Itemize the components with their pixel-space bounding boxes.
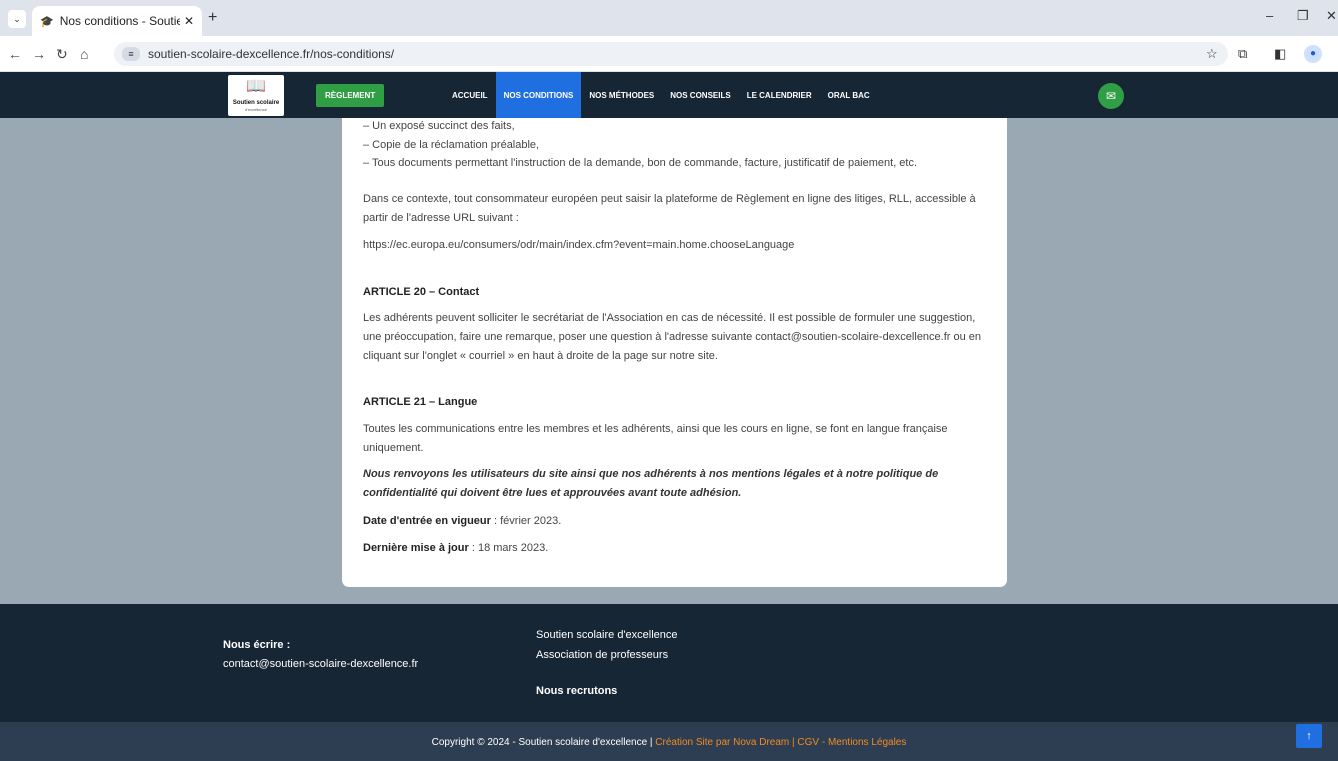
close-window-icon[interactable]: ✕	[1326, 8, 1337, 24]
extensions-icon[interactable]: ⧉	[1238, 46, 1247, 62]
credit-link[interactable]: Création Site par Nova Dream	[655, 737, 789, 748]
tab-title: Nos conditions - Soutien scolai	[59, 14, 180, 28]
list-item: – Tous documents permettant l'instructio…	[363, 157, 918, 169]
logo-name: Soutien scolaire	[232, 100, 280, 106]
menu-item-le-calendrier[interactable]: LE CALENDRIER	[739, 72, 820, 118]
restore-icon[interactable]: ❐	[1297, 8, 1309, 24]
reglement-button[interactable]: RÈGLEMENT	[316, 84, 385, 107]
effective-date-label: Date d'entrée en vigueur	[363, 515, 491, 527]
site-footer: Nous écrire : contact@soutien-scolaire-d…	[0, 604, 1338, 722]
minimize-icon[interactable]: –	[1266, 8, 1273, 23]
bookmark-star-icon[interactable]: ☆	[1206, 46, 1218, 62]
menu-item-nos-conditions[interactable]: NOS CONDITIONS	[495, 72, 582, 118]
url-text: soutien-scolaire-dexcellence.fr/nos-cond…	[148, 47, 395, 61]
reload-icon[interactable]: ↻	[56, 46, 68, 63]
article-21-title: ARTICLE 21 – Langue	[363, 396, 478, 408]
site-header: 📖 Soutien scolaire d'excellence RÈGLEMEN…	[0, 72, 1338, 118]
rll-paragraph: Dans ce contexte, tout consommateur euro…	[363, 193, 976, 224]
forward-icon[interactable]: →	[32, 46, 46, 62]
back-to-top-icon[interactable]: ↑	[1296, 724, 1322, 748]
menu-item-nos-methodes[interactable]: NOS MÉTHODES	[581, 72, 662, 118]
logo-subtitle: d'excellence	[245, 107, 267, 112]
home-icon[interactable]: ⌂	[80, 46, 88, 62]
footer-line-2: Association de professeurs	[536, 649, 669, 661]
footer-recruit-link[interactable]: Nous recrutons	[536, 685, 617, 697]
menu-item-nos-conseils[interactable]: NOS CONSEILS	[662, 72, 738, 118]
effective-date-value: : février 2023.	[490, 515, 562, 527]
legal-notice: Nous renvoyons les utilisateurs du site …	[363, 468, 939, 499]
copyright-text: Copyright © 2024 - Soutien scolaire d'ex…	[431, 737, 656, 748]
side-panel-icon[interactable]: ◧	[1274, 46, 1286, 62]
list-item: – Copie de la réclamation préalable,	[363, 139, 540, 151]
last-update-label: Dernière mise à jour	[363, 542, 469, 554]
email-icon[interactable]: ✉	[1098, 83, 1124, 109]
content-card: – Un exposé succinct des faits, – Copie …	[342, 118, 1007, 587]
effective-date: Date d'entrée en vigueur : février 2023.	[363, 512, 993, 531]
list-item: – Un exposé succinct des faits,	[363, 120, 515, 132]
menu-item-accueil[interactable]: ACCUEIL	[444, 72, 496, 118]
tab-close-icon[interactable]: ✕	[184, 14, 194, 28]
browser-tab[interactable]: 🎓 Nos conditions - Soutien scolai ✕	[32, 6, 202, 36]
dash-separator: -	[819, 737, 828, 748]
browser-toolbar: ← → ↻ ⌂ ≡ soutien-scolaire-dexcellence.f…	[0, 36, 1338, 72]
last-update-value: : 18 mars 2023.	[468, 542, 549, 554]
last-update: Dernière mise à jour : 18 mars 2023.	[363, 539, 993, 558]
new-tab-icon[interactable]: +	[208, 9, 217, 27]
article-21-text: Toutes les communications entre les memb…	[363, 423, 948, 454]
site-info-icon[interactable]: ≡	[122, 47, 140, 61]
article-20-title: ARTICLE 20 – Contact	[363, 286, 480, 298]
copyright-bar: Copyright © 2024 - Soutien scolaire d'ex…	[0, 722, 1338, 761]
footer-line-1: Soutien scolaire d'excellence	[536, 629, 678, 641]
footer-email-link[interactable]: contact@soutien-scolaire-dexcellence.fr	[223, 658, 418, 670]
rll-url-link[interactable]: https://ec.europa.eu/consumers/odr/main/…	[363, 236, 993, 255]
book-logo-icon: 📖	[246, 78, 266, 95]
back-icon[interactable]: ←	[8, 46, 22, 62]
main-menu: ACCUEIL NOS CONDITIONS NOS MÉTHODES NOS …	[444, 72, 878, 118]
url-bar[interactable]: ≡ soutien-scolaire-dexcellence.fr/nos-co…	[114, 42, 1228, 66]
profile-avatar-icon[interactable]: ●	[1304, 45, 1322, 63]
browser-tabbar: ⌄ 🎓 Nos conditions - Soutien scolai ✕ + …	[0, 0, 1338, 36]
site-logo[interactable]: 📖 Soutien scolaire d'excellence	[228, 75, 284, 116]
mentions-legales-link[interactable]: Mentions Légales	[828, 737, 906, 748]
article-20-text: Les adhérents peuvent solliciter le secr…	[363, 312, 982, 362]
footer-write-label: Nous écrire :	[223, 639, 291, 651]
tab-search-icon[interactable]: ⌄	[8, 10, 26, 28]
menu-item-oral-bac[interactable]: ORAL BAC	[820, 72, 878, 118]
graduation-cap-icon: 🎓	[40, 15, 54, 28]
cgv-link[interactable]: CGV	[797, 737, 819, 748]
